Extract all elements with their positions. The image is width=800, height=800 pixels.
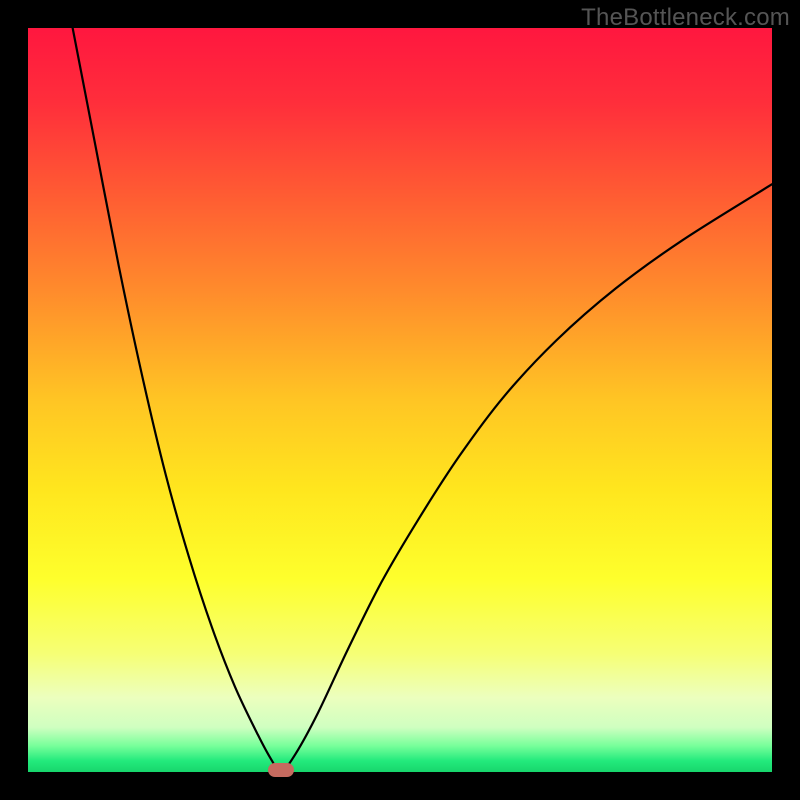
chart-frame: TheBottleneck.com (0, 0, 800, 800)
watermark-text: TheBottleneck.com (581, 4, 790, 32)
gradient-background (28, 28, 772, 772)
plot-area (28, 28, 772, 772)
minimum-marker (268, 763, 294, 777)
plot-svg (28, 28, 772, 772)
